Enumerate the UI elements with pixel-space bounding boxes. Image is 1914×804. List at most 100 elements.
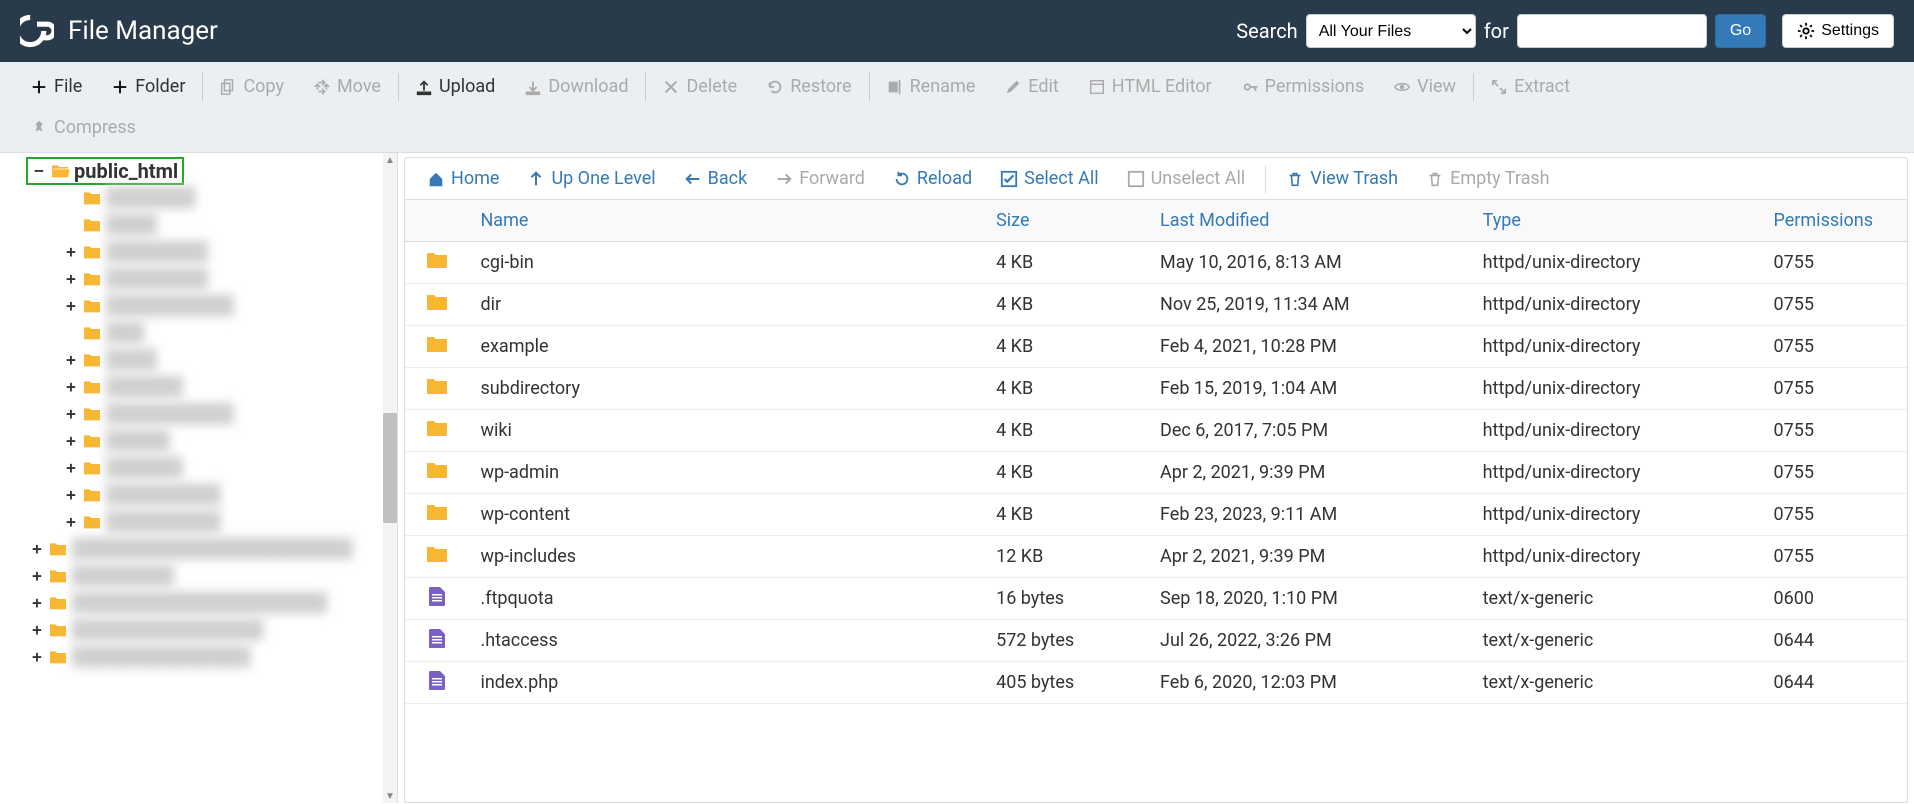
tree-expand-icon[interactable]: + — [64, 377, 78, 396]
search-input[interactable] — [1517, 14, 1707, 48]
tb-copy[interactable]: Copy — [205, 70, 299, 103]
nav-emptytrash[interactable]: Empty Trash — [1414, 164, 1561, 193]
col-permissions-header[interactable]: Permissions — [1762, 200, 1907, 242]
tree-item[interactable]: +█████████ — [30, 481, 397, 508]
tree-expand-icon[interactable]: + — [64, 458, 78, 477]
tree-collapse-icon[interactable]: − — [32, 161, 46, 180]
nav-forward[interactable]: Forward — [763, 164, 877, 193]
table-row[interactable]: subdirectory4 KBFeb 15, 2019, 1:04 AMhtt… — [405, 368, 1907, 410]
settings-button[interactable]: Settings — [1782, 14, 1894, 48]
tree-item[interactable]: +████████ — [30, 265, 397, 292]
tree-item[interactable]: +██████████ — [30, 292, 397, 319]
tree-root-selected[interactable]: − public_html — [26, 157, 184, 185]
table-row[interactable]: .htaccess572 bytesJul 26, 2022, 3:26 PMt… — [405, 620, 1907, 662]
nav-reload[interactable]: Reload — [881, 164, 984, 193]
table-row[interactable]: wp-content4 KBFeb 23, 2023, 9:11 AMhttpd… — [405, 494, 1907, 536]
file-icon — [425, 586, 449, 606]
cell-size: 4 KB — [984, 410, 1148, 452]
tb-extract[interactable]: Extract — [1476, 70, 1585, 103]
tree-expand-icon[interactable]: + — [64, 431, 78, 450]
cell-modified: Feb 23, 2023, 9:11 AM — [1148, 494, 1471, 536]
nav-back[interactable]: Back — [672, 164, 760, 193]
scroll-down-icon[interactable]: ▼ — [385, 791, 395, 801]
tree-item[interactable]: +██████████████████████ — [30, 535, 397, 562]
tree-expand-icon[interactable]: + — [30, 620, 44, 639]
nav-selectall[interactable]: Select All — [988, 164, 1110, 193]
tb-permissions[interactable]: Permissions — [1227, 70, 1380, 103]
nav-home[interactable]: Home — [415, 164, 511, 193]
tree-scrollbar-thumb[interactable] — [383, 413, 397, 523]
tb-restore[interactable]: Restore — [752, 70, 866, 103]
tree-expand-icon[interactable]: + — [64, 269, 78, 288]
col-size-header[interactable]: Size — [984, 200, 1148, 242]
search-for-label: for — [1484, 19, 1509, 43]
tb-delete[interactable]: Delete — [648, 70, 752, 103]
tree-item[interactable]: ███ — [30, 319, 397, 346]
tree-item[interactable]: +███████████████ — [30, 616, 397, 643]
scroll-up-icon[interactable]: ▲ — [385, 155, 395, 165]
tb-edit[interactable]: Edit — [990, 70, 1073, 103]
tree-item-label: █████████ — [106, 511, 221, 532]
go-button[interactable]: Go — [1715, 14, 1766, 48]
tree-item[interactable]: ███████ — [30, 184, 397, 211]
tree-expand-icon[interactable]: + — [64, 512, 78, 531]
search-area: Search All Your Files for Go Settings — [1236, 14, 1894, 48]
tb-rename[interactable]: Rename — [872, 70, 991, 103]
col-name-header[interactable]: Name — [468, 200, 984, 242]
tb-view[interactable]: View — [1379, 70, 1471, 103]
tree-item[interactable]: +████████████████████ — [30, 589, 397, 616]
tb-htmleditor[interactable]: HTML Editor — [1074, 70, 1227, 103]
tree-item[interactable]: +████████ — [30, 562, 397, 589]
tree-root-label: public_html — [74, 159, 178, 183]
folder-tree-pane: −public_html███████████+████████+███████… — [0, 153, 398, 803]
nav-viewtrash[interactable]: View Trash — [1274, 164, 1410, 193]
tree-item[interactable]: +██████ — [30, 373, 397, 400]
tree-expand-icon[interactable]: + — [30, 539, 44, 558]
tb-move[interactable]: Move — [299, 70, 396, 103]
table-row[interactable]: index.php405 bytesFeb 6, 2020, 12:03 PMt… — [405, 662, 1907, 704]
col-modified-header[interactable]: Last Modified — [1148, 200, 1471, 242]
tb-compress[interactable]: Compress — [16, 111, 151, 144]
tree-expand-icon[interactable]: + — [64, 350, 78, 369]
table-row[interactable]: dir4 KBNov 25, 2019, 11:34 AMhttpd/unix-… — [405, 284, 1907, 326]
topbar: File Manager Search All Your Files for G… — [0, 0, 1914, 62]
cell-modified: Nov 25, 2019, 11:34 AM — [1148, 284, 1471, 326]
nav-unselectall[interactable]: Unselect All — [1115, 164, 1258, 193]
plus-icon — [111, 78, 129, 96]
pencil-icon — [1004, 78, 1022, 96]
tree-scrollbar-track[interactable]: ▲ ▼ — [383, 153, 397, 803]
tree-expand-icon[interactable]: + — [64, 485, 78, 504]
table-row[interactable]: wiki4 KBDec 6, 2017, 7:05 PMhttpd/unix-d… — [405, 410, 1907, 452]
cell-name: wp-content — [468, 494, 984, 536]
tree-item[interactable]: +██████ — [30, 454, 397, 481]
tree-item[interactable]: +████████ — [30, 238, 397, 265]
table-row[interactable]: cgi-bin4 KBMay 10, 2016, 8:13 AMhttpd/un… — [405, 242, 1907, 284]
tree-expand-icon[interactable]: + — [64, 242, 78, 261]
tree-item[interactable]: +██████████████ — [30, 643, 397, 670]
tree-expand-icon[interactable]: + — [30, 593, 44, 612]
file-table-scroll[interactable]: cgi-bin4 KBMay 10, 2016, 8:13 AMhttpd/un… — [405, 242, 1907, 800]
nav-up[interactable]: Up One Level — [515, 164, 667, 193]
tree-expand-icon[interactable]: + — [64, 296, 78, 315]
col-type-header[interactable]: Type — [1471, 200, 1762, 242]
tb-upload[interactable]: Upload — [401, 70, 510, 103]
table-row[interactable]: wp-includes12 KBApr 2, 2021, 9:39 PMhttp… — [405, 536, 1907, 578]
tree-expand-icon[interactable]: + — [30, 647, 44, 666]
tree-item[interactable]: +█████ — [30, 427, 397, 454]
cell-name: dir — [468, 284, 984, 326]
tb-file[interactable]: File — [16, 70, 97, 103]
tree-item[interactable]: + █████████ — [30, 508, 397, 535]
search-scope-select[interactable]: All Your Files — [1306, 14, 1476, 48]
tree-expand-icon[interactable]: + — [64, 404, 78, 423]
col-icon-header[interactable] — [405, 200, 468, 242]
tb-download[interactable]: Download — [510, 70, 643, 103]
tree-item[interactable]: +██████████ — [30, 400, 397, 427]
tree-item[interactable]: ████ — [30, 211, 397, 238]
cell-modified: Jul 26, 2022, 3:26 PM — [1148, 620, 1471, 662]
table-row[interactable]: .ftpquota16 bytesSep 18, 2020, 1:10 PMte… — [405, 578, 1907, 620]
tb-folder[interactable]: Folder — [97, 70, 200, 103]
table-row[interactable]: wp-admin4 KBApr 2, 2021, 9:39 PMhttpd/un… — [405, 452, 1907, 494]
table-row[interactable]: example4 KBFeb 4, 2021, 10:28 PMhttpd/un… — [405, 326, 1907, 368]
tree-expand-icon[interactable]: + — [30, 566, 44, 585]
tree-item[interactable]: +████ — [30, 346, 397, 373]
